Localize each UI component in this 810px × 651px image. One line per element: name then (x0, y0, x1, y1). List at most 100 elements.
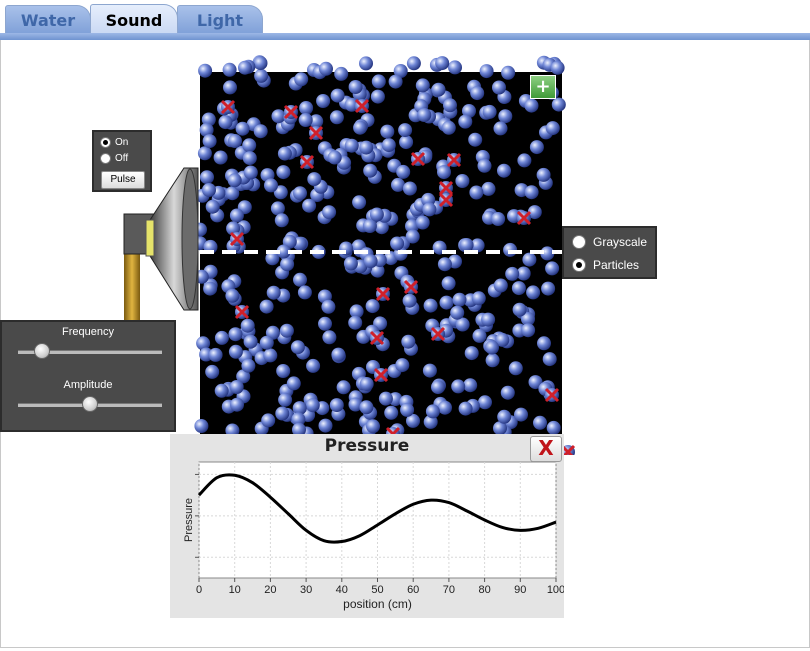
particle (359, 400, 374, 415)
particle (336, 380, 351, 395)
marked-particle (234, 304, 250, 320)
grayscale-label: Grayscale (593, 235, 648, 249)
tab-bar: Water Sound Light (0, 0, 810, 40)
particle (235, 121, 250, 136)
particle (228, 134, 242, 148)
chart-title: Pressure (324, 436, 410, 456)
particle (503, 242, 518, 257)
particle (363, 163, 378, 178)
particle (431, 82, 446, 97)
x-tick-label: 90 (514, 584, 526, 596)
tab-sound[interactable]: Sound (90, 4, 178, 35)
particle (422, 202, 437, 217)
x-tick-label: 10 (229, 584, 241, 596)
grayscale-radio[interactable] (572, 235, 586, 249)
particle (514, 407, 528, 422)
particle (508, 361, 523, 376)
particle (297, 285, 312, 300)
particle (359, 56, 373, 71)
zoom-in-button[interactable]: + (530, 75, 556, 99)
on-radio[interactable] (100, 137, 111, 148)
particles-radio[interactable] (572, 258, 586, 272)
particle (348, 315, 363, 330)
particle (542, 352, 557, 367)
particle (253, 124, 268, 139)
particle (348, 80, 363, 94)
particle (352, 195, 367, 210)
on-option[interactable]: On (100, 137, 128, 148)
particle (366, 419, 380, 434)
particle (203, 281, 218, 296)
particle (551, 97, 566, 112)
particle (455, 174, 470, 188)
particle (299, 101, 314, 115)
particle (218, 115, 233, 130)
particle (318, 418, 333, 433)
particle (259, 299, 274, 314)
particle (441, 276, 456, 291)
particle (298, 113, 313, 127)
particle (524, 98, 539, 113)
close-graph-button[interactable]: X (530, 436, 562, 462)
particle (478, 395, 492, 410)
particle (213, 150, 228, 165)
particle (370, 89, 385, 104)
tab-light[interactable]: Light (177, 5, 263, 34)
particle (522, 252, 537, 267)
particle (270, 201, 285, 216)
particle (242, 151, 257, 166)
particle (452, 292, 467, 307)
frequency-slider-knob[interactable] (34, 343, 51, 359)
amplitude-slider-knob[interactable] (82, 396, 98, 412)
particle (259, 335, 274, 350)
particle (402, 293, 417, 308)
off-option[interactable]: Off (100, 153, 128, 164)
marked-particle (446, 152, 462, 168)
particles-option[interactable]: Particles (572, 258, 639, 272)
particle (492, 80, 506, 95)
particle (493, 121, 508, 136)
particle (423, 298, 438, 313)
tab-water[interactable]: Water (5, 5, 91, 34)
particle (498, 109, 513, 124)
particle (438, 400, 452, 415)
off-radio[interactable] (100, 153, 111, 164)
grayscale-option[interactable]: Grayscale (572, 235, 647, 249)
particle (384, 405, 399, 420)
x-tick-label: 50 (371, 584, 383, 596)
particle (319, 61, 333, 76)
particle (550, 60, 565, 75)
particle (280, 257, 295, 272)
particle (243, 334, 258, 349)
particle (278, 392, 293, 407)
particle (526, 285, 541, 300)
marked-particle (369, 330, 385, 346)
marked-particle (373, 367, 389, 383)
particle (305, 398, 320, 413)
particle (537, 336, 551, 351)
pulse-button[interactable]: Pulse (101, 171, 145, 189)
particle (225, 288, 240, 303)
particle (406, 56, 421, 71)
particle (417, 108, 432, 122)
tab-underline (0, 33, 810, 40)
particle (202, 134, 217, 149)
marked-particle (375, 286, 391, 302)
particle (369, 207, 384, 222)
x-tick-label: 60 (407, 584, 419, 596)
particle (318, 316, 332, 331)
particle (294, 72, 309, 87)
particle (500, 385, 515, 400)
speaker-control-panel: On Off Pulse (92, 130, 152, 192)
marked-particle (403, 279, 419, 295)
particle (399, 135, 414, 150)
particle (472, 328, 487, 343)
particle (439, 295, 454, 310)
amplitude-label: Amplitude (63, 379, 113, 391)
particle (307, 172, 322, 187)
particle (512, 302, 527, 317)
particle (261, 413, 276, 428)
particle (290, 340, 305, 355)
particles-label: Particles (593, 258, 640, 272)
particle (198, 63, 213, 78)
